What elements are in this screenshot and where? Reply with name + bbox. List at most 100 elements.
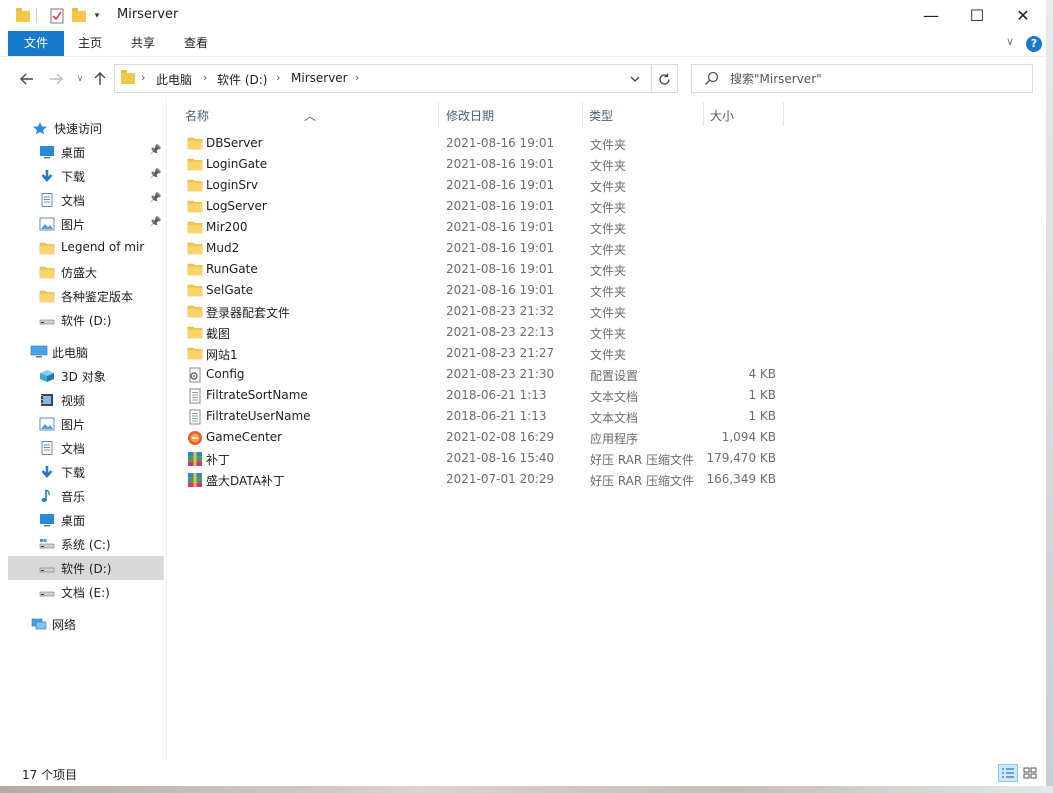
sidebar-item-label: 3D 对象	[61, 370, 106, 384]
file-row[interactable]: 盛大DATA补丁 2021-07-01 20:29 好压 RAR 压缩文件 166,3…	[185, 469, 776, 490]
search-input[interactable]	[730, 69, 1020, 89]
search-box[interactable]	[691, 64, 1033, 93]
file-date: 2018-06-21 1:13	[446, 409, 547, 423]
breadcrumb-drive-d[interactable]: 软件 (D:)	[217, 71, 267, 88]
column-header-name[interactable]: 名称	[185, 107, 209, 124]
column-divider[interactable]	[783, 102, 784, 126]
sidebar-item-quick-5[interactable]: 仿盛大	[8, 260, 164, 284]
sidebar-item-quick-1[interactable]: 下载 📌	[8, 164, 164, 188]
file-date: 2021-08-16 19:01	[446, 199, 555, 213]
minimize-button[interactable]: —	[908, 0, 954, 31]
column-divider[interactable]	[438, 102, 439, 126]
tab-share[interactable]: 共享	[121, 31, 165, 56]
sidebar-item-quick-4[interactable]: Legend of mir	[8, 236, 164, 260]
search-icon	[704, 71, 719, 89]
sidebar-item-label: 软件 (D:)	[61, 562, 112, 576]
file-date: 2018-06-21 1:13	[446, 388, 547, 402]
sidebar-item-quick-0[interactable]: 桌面 📌	[8, 140, 164, 164]
sidebar-item-pc-0[interactable]: 3D 对象	[8, 364, 164, 388]
pin-icon[interactable]: 📌	[149, 217, 161, 228]
refresh-button[interactable]	[655, 70, 673, 88]
column-header-date[interactable]: 修改日期	[446, 107, 494, 124]
sidebar-item-this-pc[interactable]: 此电脑	[8, 340, 164, 364]
customize-toolbar-icon[interactable]: ▾	[90, 7, 104, 25]
file-row[interactable]: 网站1 2021-08-23 21:27 文件夹	[185, 343, 775, 364]
chevron-right-icon[interactable]: ›	[355, 71, 359, 84]
file-row[interactable]: 截图 2021-08-23 22:13 文件夹	[185, 322, 775, 343]
file-row[interactable]: SelGate 2021-08-16 19:01 文件夹	[185, 280, 775, 301]
file-name: DBServer	[206, 136, 263, 150]
file-row[interactable]: LogServer 2021-08-16 19:01 文件夹	[185, 196, 775, 217]
sidebar-item-pc-6[interactable]: 桌面	[8, 508, 164, 532]
sidebar-item-quick-6[interactable]: 各种鉴定版本	[8, 284, 164, 308]
address-history-dropdown[interactable]	[627, 71, 643, 87]
tab-file[interactable]: 文件	[8, 31, 64, 56]
new-folder-icon[interactable]	[70, 7, 88, 25]
file-row[interactable]: FiltrateSortName 2018-06-21 1:13 文本文档 1 KB	[185, 385, 776, 406]
pin-icon[interactable]: 📌	[149, 193, 161, 204]
sidebar-item-quick-access[interactable]: 快速访问	[8, 116, 164, 140]
column-divider[interactable]	[703, 102, 704, 126]
refresh-icon	[658, 73, 670, 85]
file-row[interactable]: 登录器配套文件 2021-08-23 21:32 文件夹	[185, 301, 775, 322]
details-view-button[interactable]	[998, 764, 1018, 782]
address-bar[interactable]: › 此电脑 › 软件 (D:) › Mirserver ›	[114, 64, 678, 93]
column-divider[interactable]	[582, 102, 583, 126]
maximize-icon: ☐	[969, 6, 985, 25]
folder-icon	[39, 241, 55, 255]
breadcrumb-this-pc[interactable]: 此电脑	[156, 71, 192, 88]
back-button[interactable]	[17, 69, 37, 89]
sidebar-item-pc-3[interactable]: 文档	[8, 436, 164, 460]
column-header-type[interactable]: 类型	[589, 107, 613, 124]
sidebar-item-pc-5[interactable]: 音乐	[8, 484, 164, 508]
sidebar-item-pc-2[interactable]: 图片	[8, 412, 164, 436]
pin-icon[interactable]: 📌	[149, 145, 161, 156]
file-row[interactable]: Config 2021-08-23 21:30 配置设置 4 KB	[185, 364, 776, 385]
file-row[interactable]: FiltrateUserName 2018-06-21 1:13 文本文档 1 KB	[185, 406, 776, 427]
sidebar-item-pc-9[interactable]: 文档 (E:)	[8, 580, 164, 604]
sidebar-item-quick-2[interactable]: 文档 📌	[8, 188, 164, 212]
close-button[interactable]: ✕	[1000, 0, 1046, 31]
file-row[interactable]: 补丁 2021-08-16 15:40 好压 RAR 压缩文件 179,470 KB	[185, 448, 776, 469]
file-row[interactable]: GameCenter 2021-02-08 16:29 应用程序 1,094 KB	[185, 427, 776, 448]
file-date: 2021-08-16 19:01	[446, 178, 555, 192]
file-type: 文件夹	[590, 159, 627, 173]
column-header-size[interactable]: 大小	[710, 107, 734, 124]
breadcrumb-mirserver[interactable]: Mirserver	[291, 71, 348, 85]
file-row[interactable]: LoginGate 2021-08-16 19:01 文件夹	[185, 154, 775, 175]
file-type: 文件夹	[590, 285, 627, 299]
file-row[interactable]: DBServer 2021-08-16 19:01 文件夹	[185, 133, 775, 154]
sidebar-item-network[interactable]: 网络	[8, 612, 164, 636]
large-icons-view-button[interactable]	[1020, 764, 1040, 782]
ribbon-tabs: 文件 主页 共享 查看 ∨ ?	[0, 31, 1046, 56]
sidebar-item-pc-1[interactable]: 视频	[8, 388, 164, 412]
sidebar-item-pc-8[interactable]: 软件 (D:)	[8, 556, 164, 580]
sidebar-item-label: 各种鉴定版本	[61, 290, 134, 304]
sidebar-item-quick-7[interactable]: 软件 (D:)	[8, 308, 164, 332]
file-row[interactable]: Mir200 2021-08-16 19:01 文件夹	[185, 217, 775, 238]
properties-icon[interactable]	[47, 7, 67, 25]
file-row[interactable]: LoginSrv 2021-08-16 19:01 文件夹	[185, 175, 775, 196]
recent-locations-button[interactable]: ∨	[70, 69, 90, 89]
folder-icon	[187, 220, 203, 236]
file-type: 文件夹	[590, 327, 627, 341]
ribbon-expand-icon[interactable]: ∨	[1006, 35, 1014, 48]
sidebar-item-pc-4[interactable]: 下载	[8, 460, 164, 484]
chevron-right-icon[interactable]: ›	[203, 71, 207, 84]
forward-button[interactable]	[46, 69, 66, 89]
tab-view[interactable]: 查看	[174, 31, 218, 56]
file-name: 截图	[206, 327, 231, 341]
folder-icon	[187, 241, 203, 257]
file-row[interactable]: Mud2 2021-08-16 19:01 文件夹	[185, 238, 775, 259]
chevron-right-icon[interactable]: ›	[141, 71, 145, 84]
folder-icon	[14, 7, 32, 25]
up-button[interactable]	[90, 69, 110, 89]
tab-home[interactable]: 主页	[68, 31, 112, 56]
sidebar-item-quick-3[interactable]: 图片 📌	[8, 212, 164, 236]
sidebar-item-pc-7[interactable]: 系统 (C:)	[8, 532, 164, 556]
chevron-right-icon[interactable]: ›	[276, 71, 280, 84]
help-icon[interactable]: ?	[1026, 36, 1042, 52]
file-row[interactable]: RunGate 2021-08-16 19:01 文件夹	[185, 259, 775, 280]
maximize-button[interactable]: ☐	[954, 0, 1000, 31]
pin-icon[interactable]: 📌	[149, 169, 161, 180]
